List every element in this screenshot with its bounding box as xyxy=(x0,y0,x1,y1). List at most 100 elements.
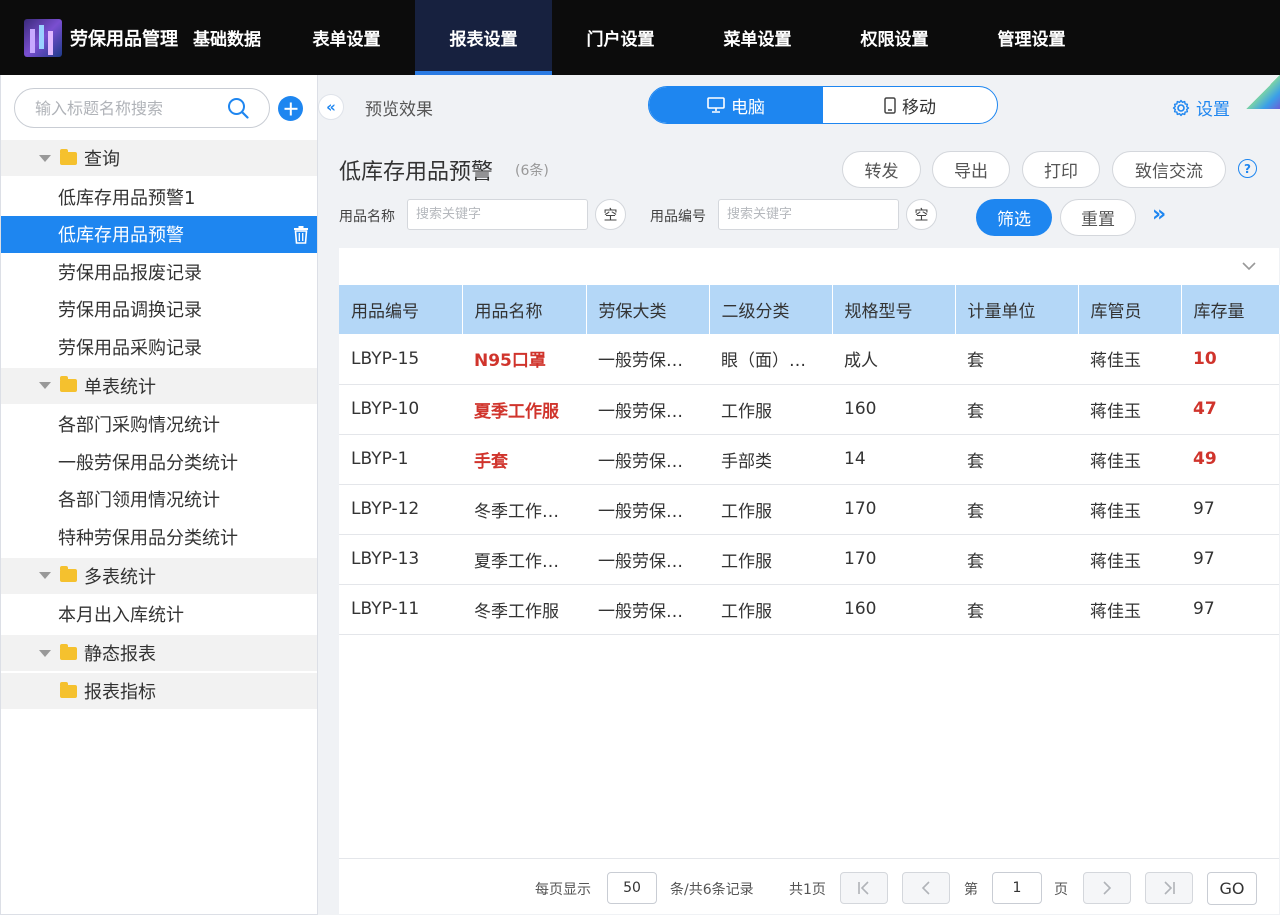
more-filters-icon[interactable]: ›› xyxy=(1152,202,1166,227)
tree-item[interactable]: 劳保用品调换记录 xyxy=(1,291,317,329)
prev-page-button[interactable] xyxy=(902,872,950,904)
forward-button[interactable]: 转发 xyxy=(842,151,921,188)
total-pages-label: 共1页 xyxy=(789,882,826,898)
device-mobile-button[interactable]: 移动 xyxy=(823,87,997,123)
first-page-button[interactable] xyxy=(840,872,888,904)
filter-code-input[interactable] xyxy=(718,199,899,230)
table-row[interactable]: LBYP-13 夏季工作… 一般劳保… 工作服 170 套 蒋佳玉 97 xyxy=(339,534,1279,585)
table-row[interactable]: LBYP-12 冬季工作… 一般劳保… 工作服 170 套 蒋佳玉 97 xyxy=(339,484,1279,535)
sidebar-search-input[interactable] xyxy=(35,90,225,126)
column-header[interactable]: 规格型号 xyxy=(832,285,956,334)
per-page-input[interactable]: 50 xyxy=(607,872,657,904)
brand[interactable]: 劳保用品管理 xyxy=(0,0,190,75)
tab-basic-data[interactable]: 基础数据 xyxy=(190,0,278,75)
search-icon[interactable] xyxy=(227,97,249,119)
tree-group-static-reports[interactable]: 静态报表 xyxy=(1,635,317,671)
settings-button[interactable]: 设置 xyxy=(1172,95,1230,120)
page-prefix-label: 第 xyxy=(964,882,978,898)
table-cell: 眼（面）… xyxy=(709,334,832,385)
tree-group-label: 单表统计 xyxy=(84,376,156,398)
table-cell: 一般劳保… xyxy=(586,584,709,635)
table-row[interactable]: LBYP-1 手套 一般劳保… 手部类 14 套 蒋佳玉 49 xyxy=(339,434,1279,485)
device-toggle: 电脑 移动 xyxy=(648,86,998,124)
caret-down-icon xyxy=(39,649,51,657)
table-cell: 成人 xyxy=(832,334,955,385)
tab-report-settings[interactable]: 报表设置 xyxy=(415,0,552,75)
tree-group-report-metrics[interactable]: 报表指标 xyxy=(1,673,317,709)
tree-item[interactable]: 劳保用品报废记录 xyxy=(1,253,317,291)
page-number-input[interactable]: 1 xyxy=(992,872,1042,904)
table-row[interactable]: LBYP-15 N95口罩 一般劳保… 眼（面）… 成人 套 蒋佳玉 10 xyxy=(339,334,1279,385)
table-cell: 97 xyxy=(1181,584,1279,635)
column-header[interactable]: 二级分类 xyxy=(709,285,833,334)
table-cell: LBYP-10 xyxy=(339,384,462,435)
last-page-button[interactable] xyxy=(1145,872,1193,904)
page-suffix-label: 页 xyxy=(1054,882,1068,898)
reset-button[interactable]: 重置 xyxy=(1060,199,1136,236)
first-page-icon xyxy=(858,881,869,895)
tab-permission-settings[interactable]: 权限设置 xyxy=(826,0,963,75)
table-cell: 97 xyxy=(1181,484,1279,535)
filter-name-input[interactable] xyxy=(407,199,588,230)
tab-menu-settings[interactable]: 菜单设置 xyxy=(689,0,826,75)
tree-group-multi-stats[interactable]: 多表统计 xyxy=(1,557,317,594)
collapse-sidebar-button[interactable]: « xyxy=(318,94,344,120)
filter-code-label: 用品编号 xyxy=(650,209,706,225)
tree-group-query[interactable]: 查询 xyxy=(1,140,317,176)
table-cell: 工作服 xyxy=(709,384,832,435)
table-cell: 49 xyxy=(1181,434,1279,485)
column-header[interactable]: 用品编号 xyxy=(339,285,463,334)
mobile-icon xyxy=(884,96,896,114)
tree-item-label: 低库存用品预警 xyxy=(58,225,184,247)
tree-item[interactable]: 一般劳保用品分类统计 xyxy=(1,443,317,481)
clear-code-button[interactable]: 空 xyxy=(906,199,937,230)
column-header[interactable]: 用品名称 xyxy=(462,285,587,334)
tab-portal-settings[interactable]: 门户设置 xyxy=(552,0,689,75)
zhixin-share-button[interactable]: 致信交流 xyxy=(1112,151,1226,188)
clear-name-button[interactable]: 空 xyxy=(595,199,626,230)
tree-item[interactable]: 本月出入库统计 xyxy=(1,596,317,634)
device-pc-label: 电脑 xyxy=(731,97,765,118)
add-report-icon[interactable] xyxy=(278,96,303,121)
caret-down-icon xyxy=(39,572,51,579)
trash-icon[interactable] xyxy=(293,225,309,244)
chevron-down-icon[interactable] xyxy=(1241,258,1257,274)
table-cell: 夏季工作… xyxy=(462,534,586,585)
folder-icon xyxy=(60,148,77,165)
table-cell: 一般劳保… xyxy=(586,534,709,585)
next-page-button[interactable] xyxy=(1083,872,1131,904)
device-pc-button[interactable]: 电脑 xyxy=(649,87,823,123)
column-header[interactable]: 库管员 xyxy=(1078,285,1182,334)
monitor-icon xyxy=(707,97,725,113)
table-cell: 手套 xyxy=(462,434,586,485)
tree-item[interactable]: 各部门领用情况统计 xyxy=(1,481,317,519)
filter-button[interactable]: 筛选 xyxy=(976,199,1052,236)
folder-icon xyxy=(60,566,77,582)
tree-item[interactable]: 各部门采购情况统计 xyxy=(1,406,317,444)
help-icon[interactable]: ? xyxy=(1238,159,1257,178)
table-row[interactable]: LBYP-11 冬季工作服 一般劳保… 工作服 160 套 蒋佳玉 97 xyxy=(339,584,1279,635)
tree-item[interactable]: 特种劳保用品分类统计 xyxy=(1,518,317,556)
tree-group-label: 查询 xyxy=(84,149,120,170)
per-page-label: 每页显示 xyxy=(535,882,591,898)
tree-item-active[interactable]: 低库存用品预警 xyxy=(1,215,317,253)
table-row[interactable]: LBYP-10 夏季工作服 一般劳保… 工作服 160 套 蒋佳玉 47 xyxy=(339,384,1279,435)
column-header[interactable]: 劳保大类 xyxy=(586,285,710,334)
table-cell: LBYP-12 xyxy=(339,484,462,535)
tree-item[interactable]: 劳保用品采购记录 xyxy=(1,328,317,366)
column-header[interactable]: 计量单位 xyxy=(955,285,1079,334)
corner-decoration xyxy=(1246,75,1280,109)
tree-group-single-stats[interactable]: 单表统计 xyxy=(1,367,317,404)
table-cell: 97 xyxy=(1181,534,1279,585)
export-button[interactable]: 导出 xyxy=(932,151,1010,188)
go-button[interactable]: GO xyxy=(1207,872,1257,905)
table-cell: 170 xyxy=(832,484,955,535)
chevron-left-icon xyxy=(921,881,930,895)
last-page-icon xyxy=(1164,881,1175,895)
tab-admin-settings[interactable]: 管理设置 xyxy=(963,0,1100,75)
report-table-panel: 用品编号 用品名称 劳保大类 二级分类 规格型号 计量单位 库管员 库存量 LB… xyxy=(339,248,1280,914)
column-header[interactable]: 库存量 xyxy=(1181,285,1280,334)
print-button[interactable]: 打印 xyxy=(1022,151,1100,188)
tree-item[interactable]: 低库存用品预警1 xyxy=(1,178,317,216)
tab-form-settings[interactable]: 表单设置 xyxy=(278,0,415,75)
